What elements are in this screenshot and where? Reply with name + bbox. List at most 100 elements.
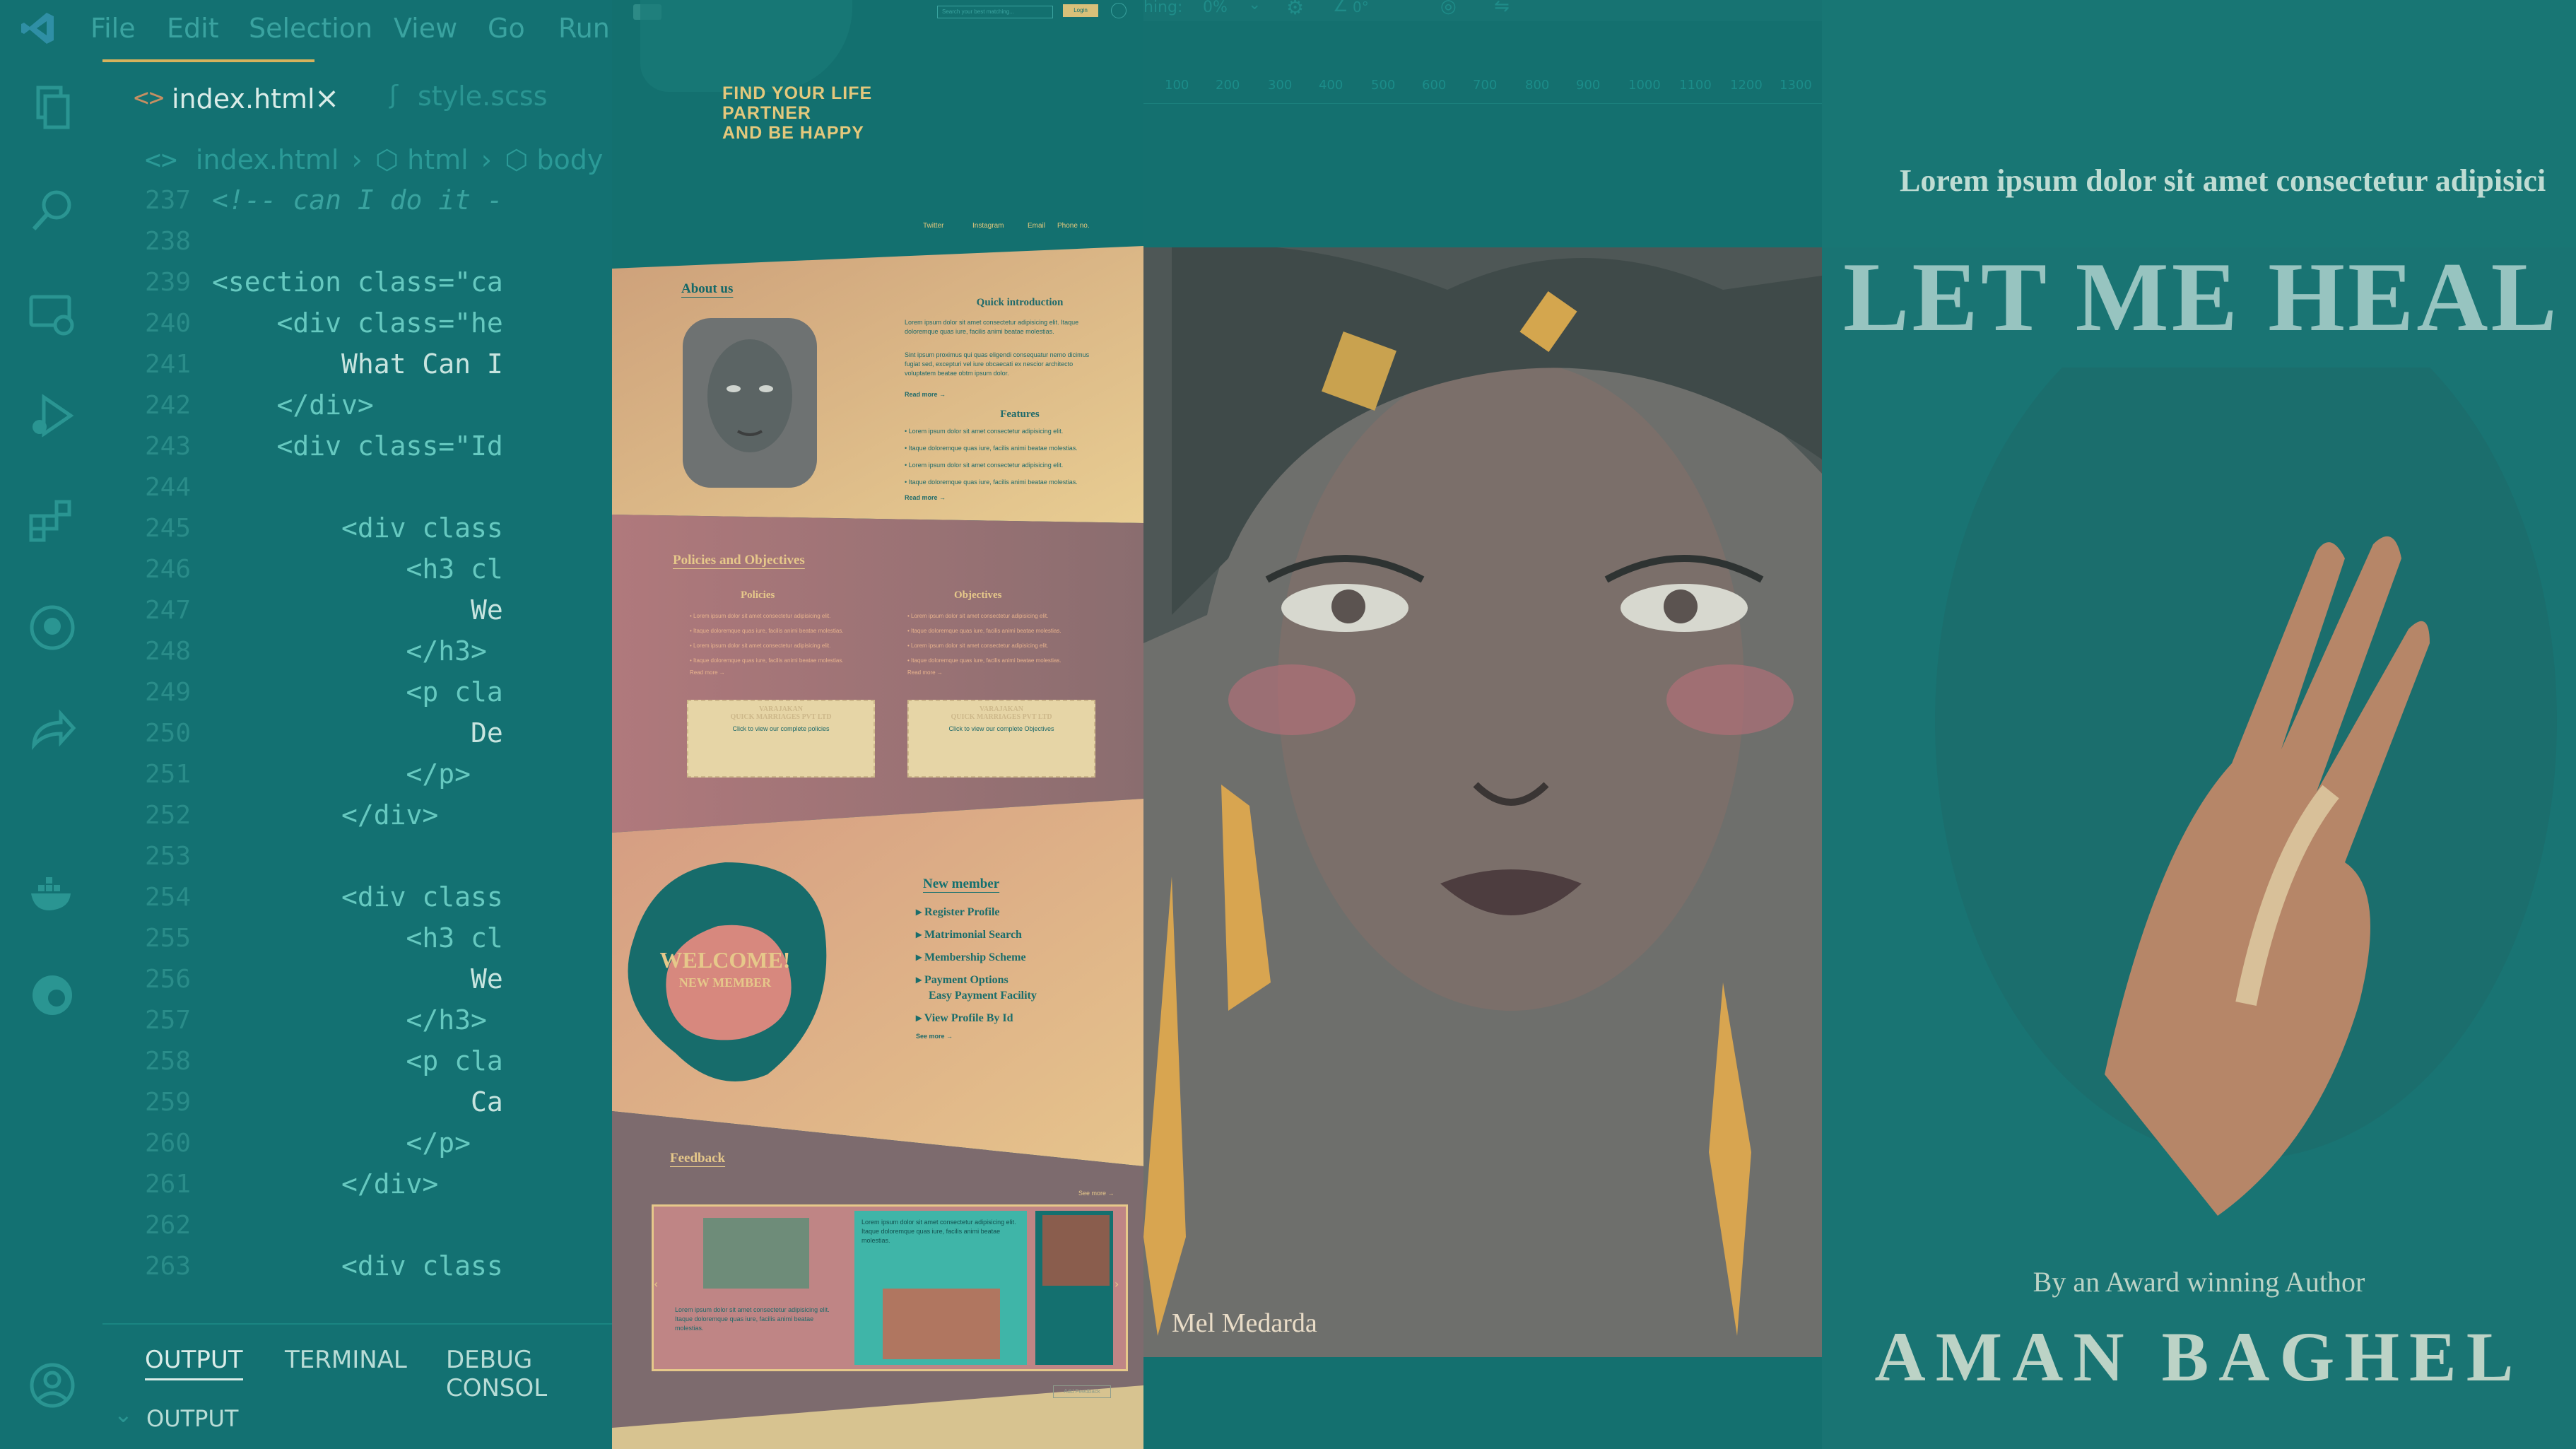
symmetry-icon[interactable]: ⇋: [1494, 0, 1510, 17]
see-more-link[interactable]: See more →: [916, 1032, 1037, 1041]
panel-tab-output[interactable]: OUTPUT: [145, 1346, 243, 1380]
read-more-link[interactable]: Read more →: [905, 390, 946, 399]
menu-file[interactable]: File: [90, 13, 136, 44]
member-link-search[interactable]: ▸ Matrimonial Search: [916, 927, 1037, 941]
bottom-panel: OUTPUT TERMINAL DEBUG CONSOL ⌄ OUTPUT: [102, 1323, 612, 1449]
user-icon[interactable]: [1111, 3, 1127, 18]
read-more-link[interactable]: Read more →: [905, 493, 946, 503]
see-more-link[interactable]: See more →: [1078, 1189, 1114, 1198]
code-line[interactable]: 250 De: [0, 713, 510, 754]
member-link-register[interactable]: ▸ Register Profile: [916, 905, 1037, 919]
code-line[interactable]: 237 <!-- can I do it -: [0, 180, 510, 221]
nav-email-link[interactable]: Email: [1028, 222, 1045, 230]
code-line[interactable]: 256 We: [0, 959, 510, 1000]
code-line[interactable]: 244: [0, 467, 510, 508]
code-text: <h3 cl: [212, 922, 503, 954]
chevron-left-icon[interactable]: ‹: [654, 1277, 658, 1291]
search-input[interactable]: Search your best matching...: [937, 6, 1053, 18]
cover-title: LET ME HEAL Y: [1843, 242, 2576, 352]
policies-list: • Lorem ipsum dolor sit amet consectetur…: [690, 612, 881, 676]
code-line[interactable]: 241 What Can I: [0, 344, 510, 385]
code-text: <p cla: [212, 1045, 503, 1077]
objectives-card[interactable]: VARAJAKAN QUICK MARRIAGES PVT LTD Click …: [907, 700, 1095, 778]
code-line[interactable]: 263 <div class: [0, 1246, 510, 1287]
code-line[interactable]: 238: [0, 221, 510, 262]
chevron-down-icon[interactable]: ⌄: [1248, 0, 1261, 13]
angle-value[interactable]: 0°: [1353, 0, 1369, 16]
chevron-down-icon[interactable]: ⌄: [114, 1401, 133, 1428]
policies-card[interactable]: VARAJAKAN QUICK MARRIAGES PVT LTD Click …: [687, 700, 875, 778]
code-text: <div class="Id: [212, 430, 503, 462]
tab-style-scss[interactable]: ʃ style.scss: [385, 59, 612, 136]
close-icon[interactable]: ×: [314, 81, 339, 115]
code-line[interactable]: 259 Ca: [0, 1082, 510, 1123]
menu-go[interactable]: Go: [488, 13, 525, 44]
nav-twitter-link[interactable]: Twitter: [923, 222, 943, 230]
read-more-link[interactable]: Read more →: [907, 669, 1098, 676]
code-line[interactable]: 246 <h3 cl: [0, 549, 510, 590]
smoothing-label: hing:: [1143, 0, 1183, 16]
ruler-tick: 1200: [1730, 78, 1763, 93]
code-line[interactable]: 240 <div class="he: [0, 303, 510, 344]
code-line[interactable]: 239 <section class="ca: [0, 262, 510, 303]
add-feedback-button[interactable]: Add Feedback: [1053, 1385, 1111, 1398]
code-line[interactable]: 258 <p cla: [0, 1041, 510, 1082]
breadcrumb-item[interactable]: html: [407, 144, 469, 175]
chevron-right-icon[interactable]: ›: [1114, 1277, 1119, 1291]
code-text: <section class="ca: [212, 266, 503, 298]
intro-paragraph: Sint ipsum proximus qui quas eligendi co…: [905, 351, 1090, 377]
feedback-carousel[interactable]: Lorem ipsum dolor sit amet consectetur a…: [652, 1204, 1128, 1371]
member-link-payment[interactable]: ▸ Payment Options: [916, 973, 1037, 987]
code-line[interactable]: 253: [0, 836, 510, 877]
menu-selection[interactable]: Selection: [249, 13, 372, 44]
code-line[interactable]: 245 <div class: [0, 508, 510, 549]
list-item: • Itaque doloremque quas iure, facilis a…: [690, 628, 844, 634]
code-line[interactable]: 262: [0, 1205, 510, 1246]
code-line[interactable]: 255 <h3 cl: [0, 918, 510, 959]
tab-index-html[interactable]: <> index.html ×: [102, 59, 339, 139]
code-line[interactable]: 248 </h3>: [0, 631, 510, 672]
panel-tab-debug-console[interactable]: DEBUG CONSOL: [446, 1346, 612, 1402]
code-line[interactable]: 247 We: [0, 590, 510, 631]
menu-run[interactable]: Run: [558, 13, 610, 44]
login-button[interactable]: Login: [1063, 4, 1098, 17]
account-icon[interactable]: [28, 1361, 76, 1409]
read-more-link[interactable]: Read more →: [690, 669, 881, 676]
output-section-header[interactable]: OUTPUT: [146, 1405, 238, 1432]
menu-edit[interactable]: Edit: [167, 13, 219, 44]
member-link-view-profile[interactable]: ▸ View Profile By Id: [916, 1011, 1037, 1025]
line-number: 244: [144, 473, 191, 502]
feedback-photo: [1042, 1215, 1110, 1286]
code-line[interactable]: 243 <div class="Id: [0, 426, 510, 467]
list-item: • Itaque doloremque quas iure, facilis a…: [905, 445, 1078, 452]
nav-instagram-link[interactable]: Instagram: [972, 222, 1004, 230]
code-line[interactable]: 257 </h3>: [0, 1000, 510, 1041]
code-line[interactable]: 260 </p>: [0, 1123, 510, 1164]
arrow-right-icon: ▸: [916, 1012, 924, 1024]
smoothing-value[interactable]: 0%: [1203, 0, 1228, 16]
code-area[interactable]: 237 <!-- can I do it - 238 239 <section clas…: [0, 180, 612, 1322]
pressure-icon[interactable]: ◎: [1440, 0, 1457, 17]
panel-tab-terminal[interactable]: TERMINAL: [285, 1346, 407, 1374]
code-line[interactable]: 251 </p>: [0, 754, 510, 795]
gear-icon[interactable]: ⚙: [1286, 0, 1304, 19]
arrow-right-icon: ▸: [916, 974, 925, 986]
code-line[interactable]: 249 <p cla: [0, 672, 510, 713]
member-link-easy-payment[interactable]: Easy Payment Facility: [916, 990, 1037, 1002]
cube-icon: ⬡: [505, 144, 529, 175]
code-line[interactable]: 254 <div class: [0, 877, 510, 918]
member-link-membership[interactable]: ▸ Membership Scheme: [916, 950, 1037, 964]
portrait-illustration[interactable]: [1143, 247, 1822, 1357]
code-line[interactable]: 261 </div>: [0, 1164, 510, 1205]
nav-phone-link[interactable]: Phone no.: [1057, 222, 1090, 230]
breadcrumb-item[interactable]: body: [536, 144, 603, 175]
menu-view[interactable]: View: [394, 13, 457, 44]
cover-top-band: [1822, 0, 2576, 247]
code-line[interactable]: 252 </div>: [0, 795, 510, 836]
welcome-subheading: NEW MEMBER: [678, 975, 772, 990]
ruler-tick: 900: [1576, 78, 1601, 93]
explorer-icon[interactable]: [28, 83, 76, 131]
card-cta: Click to view our complete policies: [732, 725, 830, 732]
breadcrumb-item[interactable]: index.html: [196, 144, 339, 175]
code-line[interactable]: 242 </div>: [0, 385, 510, 426]
